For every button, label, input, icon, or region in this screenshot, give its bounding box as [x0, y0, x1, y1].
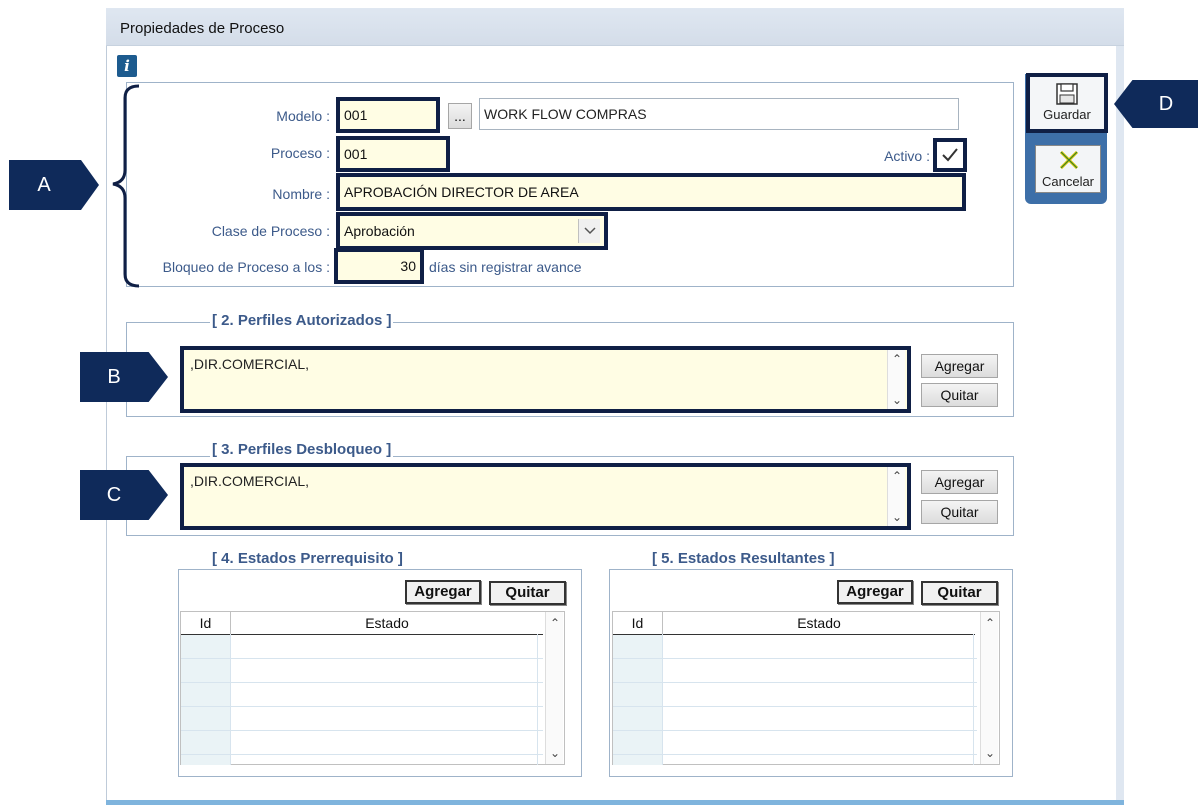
grid-row-line — [181, 706, 543, 707]
save-label: Guardar — [1043, 107, 1091, 122]
perfiles-desbloqueo-scrollbar[interactable]: ⌃ ⌄ — [887, 467, 905, 526]
modelo-input[interactable]: 001 — [336, 97, 440, 133]
proceso-input[interactable]: 001 — [336, 136, 450, 172]
scroll-down-icon[interactable]: ⌄ — [888, 510, 906, 524]
perfiles-autorizados-remove-button[interactable]: Quitar — [921, 383, 998, 407]
info-icon[interactable]: i — [117, 55, 137, 77]
estados-prerrequisito-remove-button[interactable]: Quitar — [489, 581, 566, 605]
estados-resultantes-remove-button[interactable]: Quitar — [921, 581, 998, 605]
grid-row-line — [613, 706, 977, 707]
nombre-input[interactable]: APROBACIÓN DIRECTOR DE AREA — [336, 173, 966, 211]
window-title: Propiedades de Proceso — [120, 20, 285, 37]
estados-resultantes-title: [ 5. Estados Resultantes ] — [650, 550, 837, 567]
chevron-down-icon — [584, 227, 596, 235]
grid-scrollbar[interactable]: ⌃ ⌄ — [545, 612, 563, 764]
column-header-id[interactable]: Id — [613, 612, 662, 635]
grid-scrollbar[interactable]: ⌃ ⌄ — [980, 612, 998, 764]
grid-row-line — [181, 658, 543, 659]
grid-row-header-column — [181, 634, 230, 765]
grid-row-line — [181, 682, 543, 683]
modelo-label: Modelo : — [276, 108, 330, 124]
grid-row-line — [613, 682, 977, 683]
perfiles-desbloqueo-value: ,DIR.COMERCIAL, — [190, 473, 310, 489]
column-header-id[interactable]: Id — [181, 612, 230, 635]
grid-divider — [537, 634, 538, 765]
clase-dropdown-button[interactable] — [578, 219, 600, 243]
clase-selected-value: Aprobación — [344, 223, 415, 239]
perfiles-autorizados-add-button[interactable]: Agregar — [921, 354, 998, 378]
cancel-button[interactable]: Cancelar — [1035, 145, 1101, 193]
save-button[interactable]: Guardar — [1026, 73, 1108, 133]
callout-a: A — [9, 160, 99, 210]
check-icon — [942, 148, 958, 162]
grid-row-line — [613, 730, 977, 731]
scroll-up-icon[interactable]: ⌃ — [546, 616, 564, 630]
column-header-estado[interactable]: Estado — [230, 612, 543, 635]
nombre-label: Nombre : — [272, 186, 330, 202]
cancel-label: Cancelar — [1041, 174, 1095, 189]
estados-resultantes-grid[interactable]: Id Estado ⌃ ⌄ — [612, 611, 1000, 765]
browse-modelo-button[interactable]: ... — [448, 103, 472, 129]
bloqueo-days-input[interactable]: 30 — [334, 248, 424, 284]
perfiles-autorizados-scrollbar[interactable]: ⌃ ⌄ — [887, 350, 905, 409]
grid-row-line — [181, 754, 543, 755]
window-bottom-edge — [106, 800, 1124, 805]
proceso-label: Proceso : — [270, 145, 330, 161]
grid-divider — [973, 634, 974, 765]
estados-prerrequisito-grid[interactable]: Id Estado ⌃ ⌄ — [180, 611, 565, 765]
callout-d: D — [1114, 80, 1198, 128]
grid-row-line — [613, 658, 977, 659]
estados-prerrequisito-add-button[interactable]: Agregar — [405, 580, 481, 604]
perfiles-desbloqueo-add-button[interactable]: Agregar — [921, 470, 998, 494]
activo-checkbox[interactable] — [933, 138, 967, 172]
scroll-up-icon[interactable]: ⌃ — [981, 616, 999, 630]
perfiles-desbloqueo-remove-button[interactable]: Quitar — [921, 500, 998, 524]
perfiles-autorizados-title: [ 2. Perfiles Autorizados ] — [210, 312, 394, 329]
floppy-disk-icon — [1056, 83, 1078, 105]
cancel-x-icon — [1059, 150, 1079, 170]
grid-row-header-column — [613, 634, 662, 765]
column-header-estado[interactable]: Estado — [662, 612, 975, 635]
activo-label: Activo : — [884, 148, 930, 164]
estados-prerrequisito-title: [ 4. Estados Prerrequisito ] — [210, 550, 405, 567]
grid-row-line — [613, 754, 977, 755]
bloqueo-suffix: días sin registrar avance — [429, 259, 582, 275]
scroll-down-icon[interactable]: ⌄ — [981, 746, 999, 760]
perfiles-autorizados-value: ,DIR.COMERCIAL, — [190, 356, 310, 372]
scroll-down-icon[interactable]: ⌄ — [888, 393, 906, 407]
grid-row-line — [181, 730, 543, 731]
scroll-up-icon[interactable]: ⌃ — [888, 352, 906, 366]
scroll-down-icon[interactable]: ⌄ — [546, 746, 564, 760]
bloqueo-label: Bloqueo de Proceso a los : — [162, 259, 330, 275]
perfiles-desbloqueo-textarea[interactable]: ,DIR.COMERCIAL, — [180, 463, 911, 530]
perfiles-desbloqueo-title: [ 3. Perfiles Desbloqueo ] — [210, 441, 394, 458]
perfiles-autorizados-textarea[interactable]: ,DIR.COMERCIAL, — [180, 346, 911, 413]
window-right-edge — [1116, 46, 1124, 802]
modelo-description: WORK FLOW COMPRAS — [479, 98, 959, 130]
grid-divider — [662, 634, 663, 765]
grid-divider — [230, 634, 231, 765]
clase-select[interactable]: Aprobación — [336, 212, 608, 250]
clase-label: Clase de Proceso : — [211, 223, 330, 239]
estados-resultantes-add-button[interactable]: Agregar — [837, 580, 913, 604]
scroll-up-icon[interactable]: ⌃ — [888, 469, 906, 483]
